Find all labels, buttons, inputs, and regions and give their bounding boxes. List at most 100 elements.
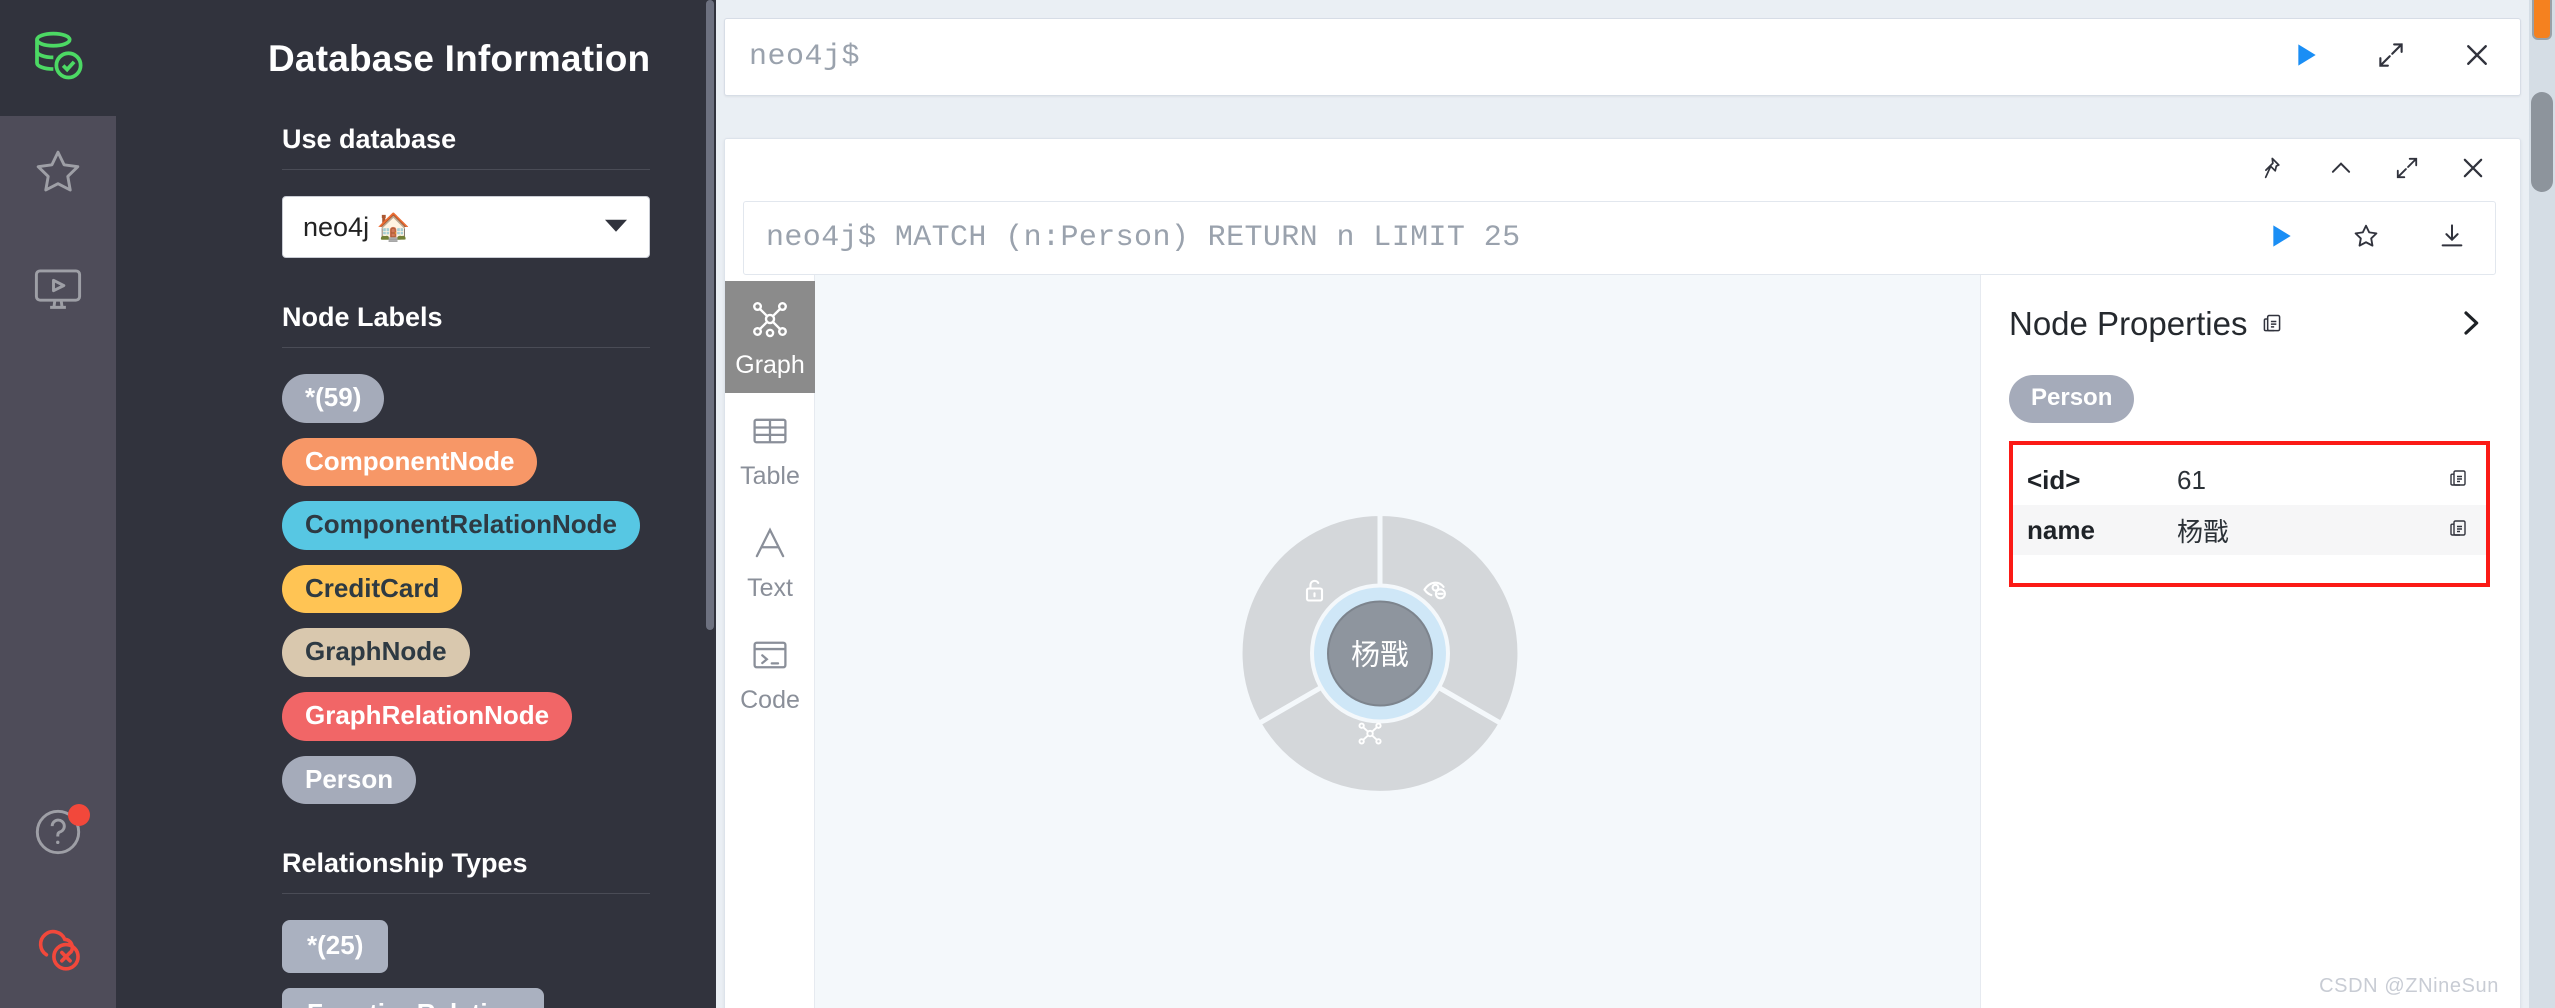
neo4j-browser-app: Database Information Use database neo4j … <box>0 0 2555 1008</box>
cloud-offline-icon <box>29 919 87 982</box>
node-properties-panel: Node Properties Person <id> 61 name 杨戬 <box>1980 275 2520 1008</box>
frame-favorite-button[interactable] <box>2323 199 2409 277</box>
clipboard-icon[interactable] <box>2446 515 2470 546</box>
clipboard-icon[interactable] <box>2446 465 2470 496</box>
database-logo <box>0 0 116 116</box>
node-labels-heading: Node Labels <box>282 302 443 332</box>
main-area: neo4j$ neo4j$ MATCH (n:Person) RETURN n … <box>716 0 2555 1008</box>
use-database-heading: Use database <box>282 124 457 154</box>
tab-graph-label: Graph <box>735 350 805 379</box>
node-properties-header: Node Properties <box>2009 305 2490 343</box>
drawer-content: Use database neo4j 🏠 Node Labels *(59) Co… <box>116 124 716 1008</box>
database-select[interactable]: neo4j 🏠 <box>282 196 650 258</box>
node-label-chip[interactable]: Person <box>2009 375 2135 423</box>
frame-close-button[interactable] <box>2442 144 2504 196</box>
selected-node-with-context-menu: 杨戬 <box>1235 509 1525 804</box>
frame-query-text[interactable]: neo4j$ MATCH (n:Person) RETURN n LIMIT 2… <box>744 221 2237 255</box>
chevron-down-icon <box>605 219 627 232</box>
table-icon <box>749 410 791 457</box>
property-row: <id> 61 <box>2013 455 2486 505</box>
tab-table-label: Table <box>740 461 800 490</box>
node-properties-title: Node Properties <box>2009 305 2248 342</box>
node-label-chip[interactable]: *(59) <box>282 374 385 423</box>
play-icon <box>2264 220 2296 257</box>
node-properties-table: <id> 61 name 杨戬 <box>2009 441 2490 587</box>
page-scrollbar-thumb[interactable] <box>2531 92 2553 192</box>
relationship-type-chip[interactable]: *(25) <box>282 920 389 973</box>
collapse-properties-button[interactable] <box>2454 307 2486 344</box>
close-icon <box>2459 154 2487 187</box>
node-label-chip[interactable]: ComponentRelationNode <box>282 501 640 550</box>
graph-icon <box>748 297 792 346</box>
property-key: <id> <box>2027 464 2081 495</box>
pin-icon <box>2262 155 2288 186</box>
watermark: CSDN @ZNineSun <box>2319 975 2499 997</box>
tab-code-label: Code <box>740 685 800 714</box>
view-tab-list: Graph Table Text Code <box>725 275 815 1008</box>
star-icon <box>31 145 85 204</box>
scrollbar-top-indicator[interactable] <box>2532 0 2552 40</box>
editor-run-button[interactable] <box>2262 18 2348 96</box>
cypher-editor-input[interactable]: neo4j$ <box>725 40 2262 74</box>
close-icon <box>2462 40 2492 75</box>
page-title: Database Information <box>268 38 651 79</box>
graph-visualization-canvas[interactable]: 杨戬 <box>815 275 1980 1008</box>
expand-icon <box>2394 155 2420 186</box>
tab-code[interactable]: Code <box>725 617 815 729</box>
text-icon <box>749 522 791 569</box>
property-value: 杨戬 <box>2177 516 2230 547</box>
frame-pin-button[interactable] <box>2244 144 2306 196</box>
database-select-value: neo4j 🏠 <box>303 212 411 242</box>
tab-graph[interactable]: Graph <box>725 281 815 393</box>
clipboard-icon[interactable] <box>2259 305 2285 343</box>
node-label-chip-list: *(59) ComponentNode ComponentRelationNode C… <box>282 374 650 805</box>
play-icon <box>2289 39 2321 76</box>
tab-table[interactable]: Table <box>725 393 815 505</box>
property-key: name <box>2027 514 2095 545</box>
collapse-up-icon <box>2328 155 2354 186</box>
code-icon <box>749 634 791 681</box>
node-label-chip[interactable]: GraphNode <box>282 628 470 677</box>
relationship-types-heading: Relationship Types <box>282 848 528 879</box>
chevron-right-icon <box>2454 311 2486 343</box>
rail-bottom-group <box>0 776 116 1008</box>
property-row: name 杨戬 <box>2013 505 2486 555</box>
rail-item-favorites[interactable] <box>0 116 116 232</box>
node-label-chip[interactable]: GraphRelationNode <box>282 691 573 741</box>
editor-close-button[interactable] <box>2434 18 2520 96</box>
frame-run-button[interactable] <box>2237 199 2323 277</box>
cypher-editor-bar: neo4j$ <box>724 18 2521 96</box>
rail-item-guides[interactable] <box>0 232 116 348</box>
frame-expand-button[interactable] <box>2376 144 2438 196</box>
frame-download-button[interactable] <box>2409 199 2495 277</box>
node-label-chip[interactable]: Person <box>282 755 417 805</box>
result-frame: neo4j$ MATCH (n:Person) RETURN n LIMIT 2… <box>724 138 2521 1008</box>
tab-text-label: Text <box>747 573 793 602</box>
frame-collapse-button[interactable] <box>2310 144 2372 196</box>
property-value: 61 <box>2177 464 2206 495</box>
database-information-drawer: Database Information Use database neo4j … <box>116 0 716 1008</box>
editor-expand-button[interactable] <box>2348 18 2434 96</box>
help-notification-dot <box>68 804 90 826</box>
frame-titlebar <box>725 139 2520 201</box>
relationship-type-chip-list: *(25)FunctionRelationFutureRelation <box>282 920 650 1008</box>
page-scrollbar[interactable] <box>2529 0 2555 1008</box>
monitor-play-icon <box>31 261 85 320</box>
tab-text[interactable]: Text <box>725 505 815 617</box>
rail-item-connection-status[interactable] <box>0 892 116 1008</box>
divider-use-database <box>282 169 650 170</box>
left-icon-rail <box>0 0 116 1008</box>
frame-body: Graph Table Text Code 杨戬 Node Properties… <box>725 275 2520 1008</box>
drawer-scrollbar-thumb[interactable] <box>706 0 714 630</box>
node-label-chip[interactable]: ComponentNode <box>282 437 538 487</box>
node-label-chip[interactable]: CreditCard <box>282 564 463 614</box>
drawer-scrollbar[interactable] <box>704 0 716 1008</box>
divider-relationship-types <box>282 893 650 895</box>
favorite-star-icon <box>2351 221 2381 256</box>
frame-query-row: neo4j$ MATCH (n:Person) RETURN n LIMIT 2… <box>743 201 2496 275</box>
relationship-type-chip[interactable]: FunctionRelation <box>282 987 545 1008</box>
divider-node-labels <box>282 347 650 348</box>
selected-node-caption: 杨戬 <box>1350 638 1408 672</box>
expand-icon <box>2376 40 2406 75</box>
rail-item-help[interactable] <box>0 776 116 892</box>
